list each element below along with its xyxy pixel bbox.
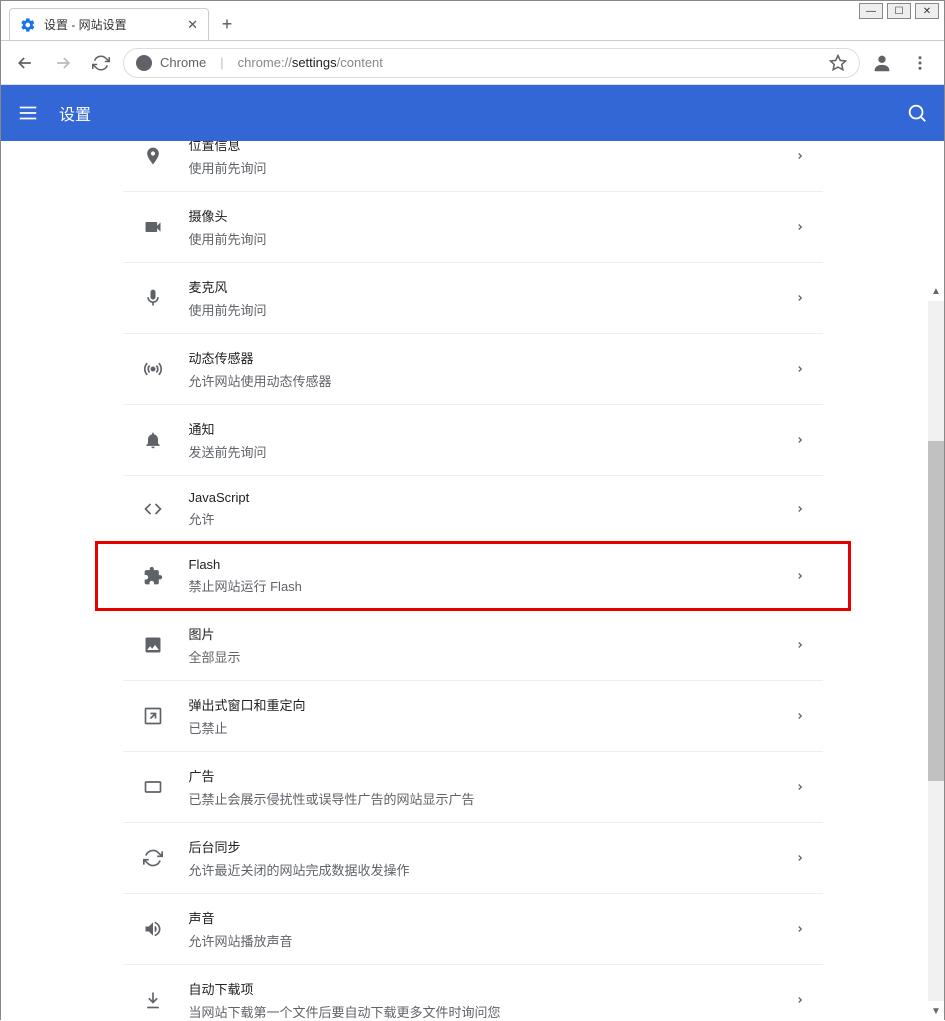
sync-icon — [141, 848, 165, 868]
url-host: Chrome — [160, 55, 206, 70]
setting-row-puzzle[interactable]: Flash 禁止网站运行 Flash — [123, 543, 823, 610]
setting-row-ad[interactable]: 广告已禁止会展示侵扰性或误导性广告的网站显示广告 — [123, 752, 823, 823]
bookmark-icon[interactable] — [829, 54, 847, 72]
bell-icon — [141, 430, 165, 450]
download-icon — [141, 990, 165, 1010]
row-title: 声音 — [189, 908, 771, 927]
sound-icon — [141, 919, 165, 939]
forward-button[interactable] — [47, 47, 79, 79]
search-icon[interactable] — [906, 102, 928, 124]
new-tab-button[interactable]: + — [213, 10, 241, 38]
chevron-right-icon — [795, 995, 805, 1005]
maximize-button[interactable]: ☐ — [887, 3, 911, 19]
row-subtitle: 使用前先询问 — [189, 158, 771, 177]
gear-icon — [20, 17, 36, 33]
menu-icon[interactable] — [904, 47, 936, 79]
chevron-right-icon — [795, 222, 805, 232]
close-window-button[interactable]: ✕ — [915, 3, 939, 19]
setting-row-location[interactable]: 位置信息使用前先询问 — [123, 141, 823, 192]
chevron-right-icon — [795, 640, 805, 650]
row-title: 动态传感器 — [189, 348, 771, 367]
row-subtitle: 允许网站使用动态传感器 — [189, 371, 771, 390]
row-subtitle: 已禁止 — [189, 718, 771, 737]
row-subtitle: 允许 — [189, 509, 771, 528]
window-titlebar: 设置 - 网站设置 ✕ + — ☐ ✕ — [1, 1, 944, 41]
row-subtitle: 使用前先询问 — [189, 229, 771, 248]
sensors-icon — [141, 359, 165, 379]
content-area: 位置信息使用前先询问摄像头使用前先询问麦克风使用前先询问动态传感器允许网站使用动… — [1, 141, 944, 1021]
setting-row-sync[interactable]: 后台同步允许最近关闭的网站完成数据收发操作 — [123, 823, 823, 894]
row-title: 麦克风 — [189, 277, 771, 296]
setting-row-download[interactable]: 自动下载项当网站下载第一个文件后要自动下载更多文件时询问您 — [123, 965, 823, 1021]
row-subtitle: 使用前先询问 — [189, 300, 771, 319]
window-controls: — ☐ ✕ — [859, 3, 939, 19]
setting-row-bell[interactable]: 通知发送前先询问 — [123, 405, 823, 476]
minimize-button[interactable]: — — [859, 3, 883, 19]
url-path: chrome://settings/content — [238, 55, 383, 70]
ad-icon — [141, 777, 165, 797]
puzzle-icon — [141, 566, 165, 586]
row-subtitle: 允许最近关闭的网站完成数据收发操作 — [189, 860, 771, 879]
camera-icon — [141, 217, 165, 237]
row-subtitle: 允许网站播放声音 — [189, 931, 771, 950]
back-button[interactable] — [9, 47, 41, 79]
row-title: 通知 — [189, 419, 771, 438]
row-title: Flash — [189, 557, 771, 572]
row-title: JavaScript — [189, 490, 771, 505]
address-bar[interactable]: Chrome | chrome://settings/content — [123, 48, 860, 78]
scrollbar[interactable]: ▲ ▼ — [928, 301, 944, 1001]
setting-row-sensors[interactable]: 动态传感器允许网站使用动态传感器 — [123, 334, 823, 405]
chevron-right-icon — [795, 853, 805, 863]
row-subtitle: 已禁止会展示侵扰性或误导性广告的网站显示广告 — [189, 789, 771, 808]
setting-row-image[interactable]: 图片全部显示 — [123, 610, 823, 681]
reload-button[interactable] — [85, 47, 117, 79]
hamburger-icon[interactable] — [17, 102, 39, 124]
chevron-right-icon — [795, 571, 805, 581]
profile-icon[interactable] — [866, 47, 898, 79]
close-tab-icon[interactable]: ✕ — [187, 17, 198, 33]
chevron-right-icon — [795, 711, 805, 721]
row-title: 图片 — [189, 624, 771, 643]
row-subtitle: 禁止网站运行 Flash — [189, 576, 771, 595]
browser-toolbar: Chrome | chrome://settings/content — [1, 41, 944, 85]
row-subtitle: 发送前先询问 — [189, 442, 771, 461]
setting-row-code[interactable]: JavaScript 允许 — [123, 476, 823, 543]
scrollbar-thumb[interactable] — [928, 441, 944, 781]
chevron-right-icon — [795, 364, 805, 374]
chevron-right-icon — [795, 924, 805, 934]
tab-title: 设置 - 网站设置 — [44, 16, 179, 33]
row-subtitle: 全部显示 — [189, 647, 771, 666]
row-title: 后台同步 — [189, 837, 771, 856]
chevron-right-icon — [795, 151, 805, 161]
row-title: 自动下载项 — [189, 979, 771, 998]
location-icon — [141, 146, 165, 166]
settings-header: 设置 — [1, 85, 944, 141]
setting-row-camera[interactable]: 摄像头使用前先询问 — [123, 192, 823, 263]
row-title: 位置信息 — [189, 141, 771, 154]
row-title: 摄像头 — [189, 206, 771, 225]
chevron-right-icon — [795, 782, 805, 792]
chevron-right-icon — [795, 293, 805, 303]
setting-row-popup[interactable]: 弹出式窗口和重定向已禁止 — [123, 681, 823, 752]
setting-row-mic[interactable]: 麦克风使用前先询问 — [123, 263, 823, 334]
row-title: 广告 — [189, 766, 771, 785]
image-icon — [141, 635, 165, 655]
row-subtitle: 当网站下载第一个文件后要自动下载更多文件时询问您 — [189, 1002, 771, 1021]
chrome-icon — [136, 55, 152, 71]
chevron-right-icon — [795, 435, 805, 445]
scroll-up-icon[interactable]: ▲ — [928, 283, 944, 299]
scroll-down-icon[interactable]: ▼ — [928, 1003, 944, 1019]
code-icon — [141, 499, 165, 519]
settings-list: 位置信息使用前先询问摄像头使用前先询问麦克风使用前先询问动态传感器允许网站使用动… — [123, 141, 823, 1021]
browser-tab[interactable]: 设置 - 网站设置 ✕ — [9, 8, 209, 40]
chevron-right-icon — [795, 504, 805, 514]
popup-icon — [141, 706, 165, 726]
row-title: 弹出式窗口和重定向 — [189, 695, 771, 714]
setting-row-sound[interactable]: 声音允许网站播放声音 — [123, 894, 823, 965]
settings-title: 设置 — [59, 101, 91, 125]
mic-icon — [141, 288, 165, 308]
